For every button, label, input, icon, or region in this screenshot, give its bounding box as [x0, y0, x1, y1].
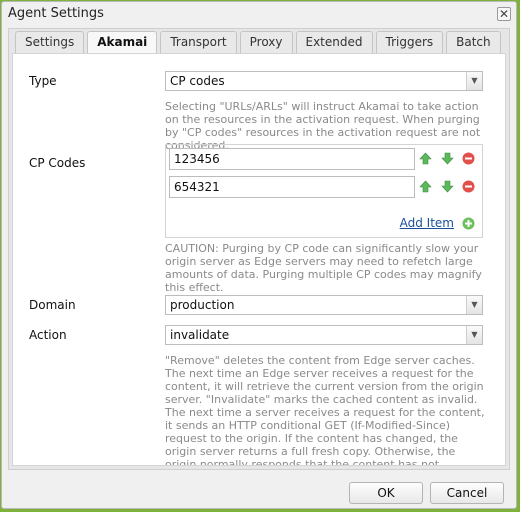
move-down-icon[interactable]	[441, 152, 454, 165]
action-help-text: "Remove" deletes the content from Edge s…	[165, 354, 485, 466]
tab-container: Settings Akamai Transport Proxy Extended…	[8, 28, 510, 470]
domain-label: Domain	[29, 298, 76, 312]
chevron-down-icon[interactable]: ▼	[466, 72, 482, 90]
move-down-icon[interactable]	[441, 180, 454, 193]
cp-codes-list: 123456 654321 Add Item	[165, 144, 483, 238]
type-label: Type	[29, 74, 57, 88]
tab-transport[interactable]: Transport	[160, 31, 237, 53]
ok-button[interactable]: OK	[349, 482, 423, 504]
close-icon: ✕	[498, 7, 510, 21]
cp-codes-label: CP Codes	[29, 156, 86, 170]
remove-icon[interactable]	[462, 180, 475, 193]
domain-select-value: production	[170, 298, 235, 312]
chevron-down-icon[interactable]: ▼	[466, 296, 482, 314]
tab-batch[interactable]: Batch	[446, 31, 501, 53]
cancel-button[interactable]: Cancel	[430, 482, 504, 504]
domain-select[interactable]: production ▼	[165, 295, 483, 315]
cp-code-input[interactable]: 123456	[169, 148, 415, 170]
close-button[interactable]: ✕	[497, 7, 511, 21]
tab-settings[interactable]: Settings	[15, 31, 85, 53]
agent-settings-dialog: Agent Settings ✕ Settings Akamai Transpo…	[1, 1, 517, 509]
add-item-link[interactable]: Add Item	[400, 216, 454, 230]
action-select-value: invalidate	[170, 328, 230, 342]
tab-akamai[interactable]: Akamai	[87, 31, 158, 55]
title-bar: Agent Settings ✕	[2, 2, 516, 26]
action-select[interactable]: invalidate ▼	[165, 325, 483, 345]
move-up-icon[interactable]	[419, 152, 432, 165]
tab-proxy[interactable]: Proxy	[239, 31, 293, 53]
move-up-icon[interactable]	[419, 180, 432, 193]
tab-bar: Settings Akamai Transport Proxy Extended…	[15, 31, 501, 55]
type-select-value: CP codes	[170, 74, 225, 88]
dialog-title: Agent Settings	[8, 6, 104, 21]
chevron-down-icon[interactable]: ▼	[466, 326, 482, 344]
tab-triggers[interactable]: Triggers	[375, 31, 444, 53]
type-select[interactable]: CP codes ▼	[165, 71, 483, 91]
add-icon[interactable]	[462, 217, 475, 230]
remove-icon[interactable]	[462, 152, 475, 165]
cp-codes-help-text: CAUTION: Purging by CP code can signific…	[165, 242, 482, 294]
action-label: Action	[29, 328, 67, 342]
akamai-panel: Type CP codes ▼ Selecting "URLs/ARLs" wi…	[12, 53, 506, 466]
tab-extended[interactable]: Extended	[295, 31, 373, 53]
cp-code-input[interactable]: 654321	[169, 176, 415, 198]
